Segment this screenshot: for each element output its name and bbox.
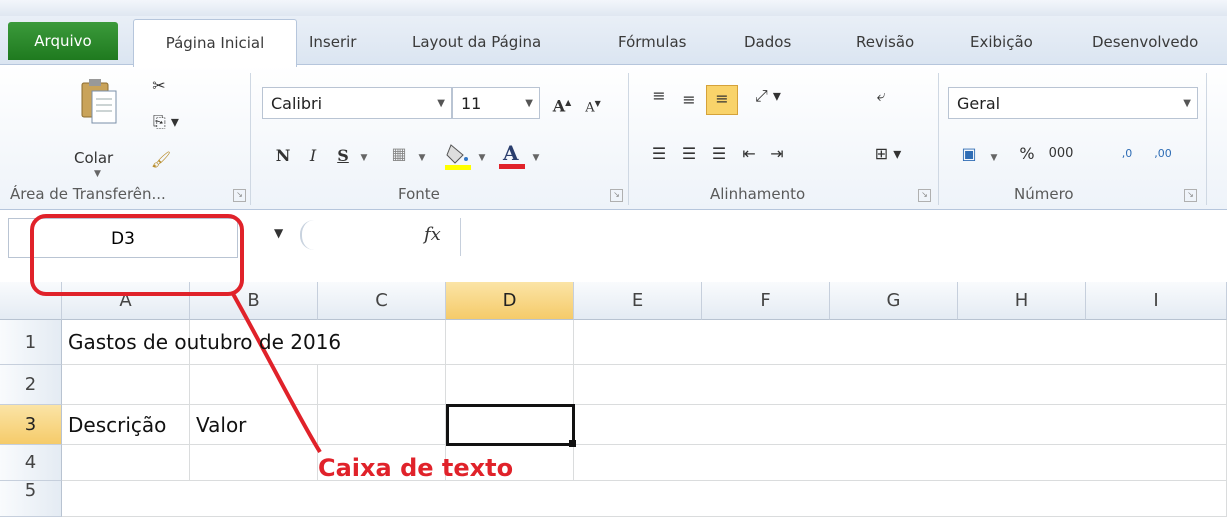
cell-a1[interactable]: Gastos de outubro de 2016: [62, 320, 341, 365]
annotation-label: Caixa de texto: [318, 454, 514, 482]
cell-d3-selected[interactable]: [446, 404, 575, 446]
tab-home[interactable]: Página Inicial: [133, 19, 297, 67]
fill-handle[interactable]: [569, 440, 576, 447]
annotation-arrow: [230, 291, 322, 454]
